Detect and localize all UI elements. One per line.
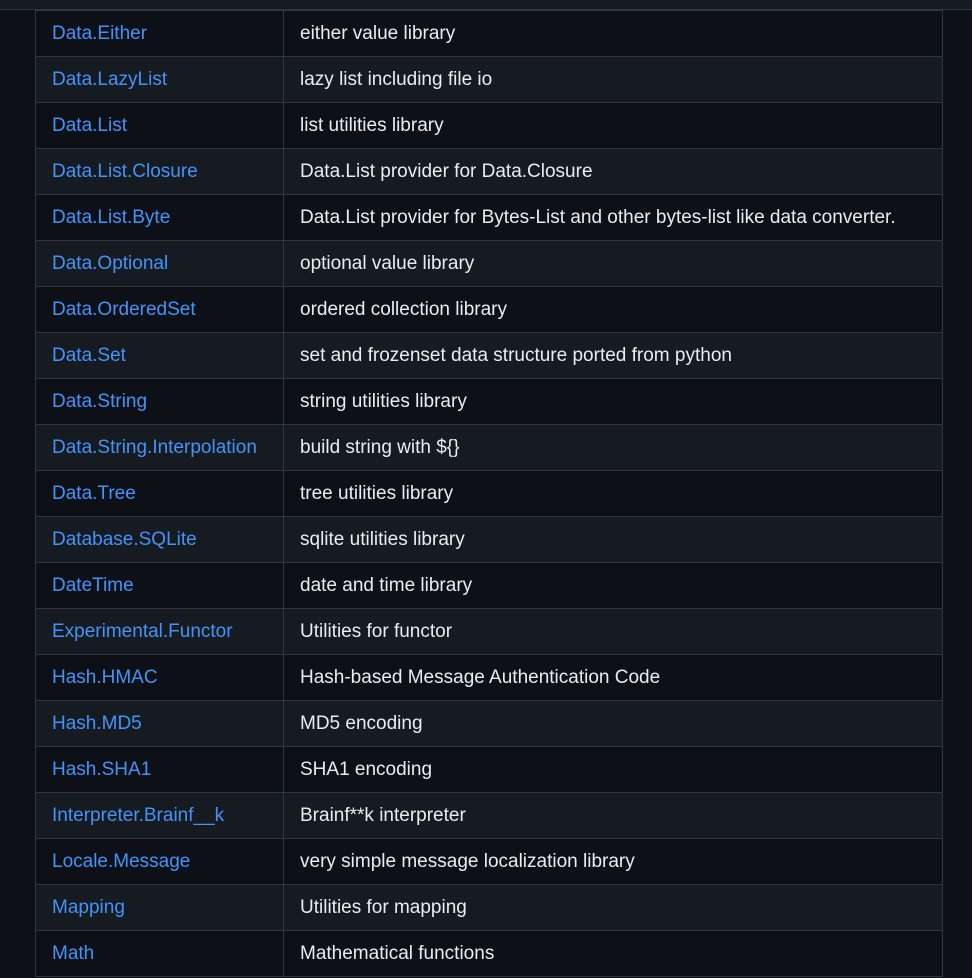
module-link[interactable]: Database.SQLite [52, 529, 197, 550]
module-table: Data.Either either value library Data.Lazy… [35, 10, 943, 977]
table-row: Locale.Message very simple message locali… [35, 838, 943, 885]
module-description: Data.List provider for Bytes-List and ot… [283, 194, 943, 241]
table-row: Data.OrderedSet ordered collection librar… [35, 286, 943, 333]
module-description: MD5 encoding [283, 700, 943, 747]
module-description: string utilities library [283, 378, 943, 425]
top-bar [0, 0, 972, 10]
module-name-cell: Data.Either [35, 10, 284, 57]
table-row: Data.Set set and frozenset data structure… [35, 332, 943, 379]
module-name-cell: Data.List.Byte [35, 194, 284, 241]
module-name-cell: Locale.Message [35, 838, 284, 885]
module-link[interactable]: Hash.SHA1 [52, 759, 151, 780]
table-row: Hash.MD5 MD5 encoding [35, 700, 943, 747]
table-row: Data.List list utilities library [35, 102, 943, 149]
module-description: Brainf**k interpreter [283, 792, 943, 839]
module-description: lazy list including file io [283, 56, 943, 103]
module-description: very simple message localization library [283, 838, 943, 885]
table-row: Data.List.Closure Data.List provider for … [35, 148, 943, 195]
table-row: Data.List.Byte Data.List provider for Byt… [35, 194, 943, 241]
module-link[interactable]: Data.List [52, 115, 127, 136]
table-row: Math Mathematical functions [35, 930, 943, 977]
module-link[interactable]: Hash.MD5 [52, 713, 142, 734]
module-link[interactable]: Experimental.Functor [52, 621, 233, 642]
module-link[interactable]: Data.LazyList [52, 69, 167, 90]
table-row: Mapping Utilities for mapping [35, 884, 943, 931]
page-content: Data.Either either value library Data.Lazy… [0, 10, 972, 978]
module-name-cell: Hash.SHA1 [35, 746, 284, 793]
module-name-cell: Data.OrderedSet [35, 286, 284, 333]
module-description: Hash-based Message Authentication Code [283, 654, 943, 701]
module-link[interactable]: DateTime [52, 575, 134, 596]
module-description: Utilities for mapping [283, 884, 943, 931]
module-description: date and time library [283, 562, 943, 609]
table-row: Data.LazyList lazy list including file io [35, 56, 943, 103]
module-name-cell: Data.String.Interpolation [35, 424, 284, 471]
module-name-cell: Data.Optional [35, 240, 284, 287]
table-row: Interpreter.Brainf__k Brainf**k interpret… [35, 792, 943, 839]
module-name-cell: Experimental.Functor [35, 608, 284, 655]
module-description: Mathematical functions [283, 930, 943, 977]
module-description: set and frozenset data structure ported … [283, 332, 943, 379]
module-name-cell: Mapping [35, 884, 284, 931]
module-link[interactable]: Data.Either [52, 23, 147, 44]
module-link[interactable]: Data.Tree [52, 483, 136, 504]
table-row: Database.SQLite sqlite utilities library [35, 516, 943, 563]
table-row: Data.String string utilities library [35, 378, 943, 425]
module-name-cell: Math [35, 930, 284, 977]
module-description: list utilities library [283, 102, 943, 149]
module-link[interactable]: Data.String [52, 391, 147, 412]
table-row: Data.Tree tree utilities library [35, 470, 943, 517]
module-link[interactable]: Locale.Message [52, 851, 190, 872]
module-description: optional value library [283, 240, 943, 287]
module-name-cell: Data.Set [35, 332, 284, 379]
module-name-cell: Data.LazyList [35, 56, 284, 103]
module-name-cell: Data.String [35, 378, 284, 425]
module-name-cell: Data.Tree [35, 470, 284, 517]
table-row: Data.Either either value library [35, 10, 943, 57]
module-description: sqlite utilities library [283, 516, 943, 563]
module-name-cell: Data.List.Closure [35, 148, 284, 195]
module-name-cell: DateTime [35, 562, 284, 609]
module-table-body: Data.Either either value library Data.Lazy… [35, 10, 943, 977]
module-name-cell: Database.SQLite [35, 516, 284, 563]
module-description: Data.List provider for Data.Closure [283, 148, 943, 195]
module-description: Utilities for functor [283, 608, 943, 655]
module-link[interactable]: Mapping [52, 897, 125, 918]
module-link[interactable]: Data.List.Closure [52, 161, 198, 182]
module-description: ordered collection library [283, 286, 943, 333]
module-description: tree utilities library [283, 470, 943, 517]
module-name-cell: Hash.HMAC [35, 654, 284, 701]
table-row: Data.Optional optional value library [35, 240, 943, 287]
table-row: Experimental.Functor Utilities for functo… [35, 608, 943, 655]
module-name-cell: Data.List [35, 102, 284, 149]
module-description: either value library [283, 10, 943, 57]
module-name-cell: Hash.MD5 [35, 700, 284, 747]
module-link[interactable]: Data.String.Interpolation [52, 437, 257, 458]
table-row: Data.String.Interpolation build string wi… [35, 424, 943, 471]
module-link[interactable]: Data.Set [52, 345, 126, 366]
module-link[interactable]: Data.OrderedSet [52, 299, 196, 320]
module-link[interactable]: Math [52, 943, 94, 964]
module-link[interactable]: Hash.HMAC [52, 667, 158, 688]
module-description: SHA1 encoding [283, 746, 943, 793]
module-name-cell: Interpreter.Brainf__k [35, 792, 284, 839]
table-row: Hash.SHA1 SHA1 encoding [35, 746, 943, 793]
table-row: Hash.HMAC Hash-based Message Authenticati… [35, 654, 943, 701]
module-description: build string with ${} [283, 424, 943, 471]
table-row: DateTime date and time library [35, 562, 943, 609]
module-link[interactable]: Interpreter.Brainf__k [52, 805, 224, 826]
module-link[interactable]: Data.List.Byte [52, 207, 170, 228]
module-link[interactable]: Data.Optional [52, 253, 168, 274]
